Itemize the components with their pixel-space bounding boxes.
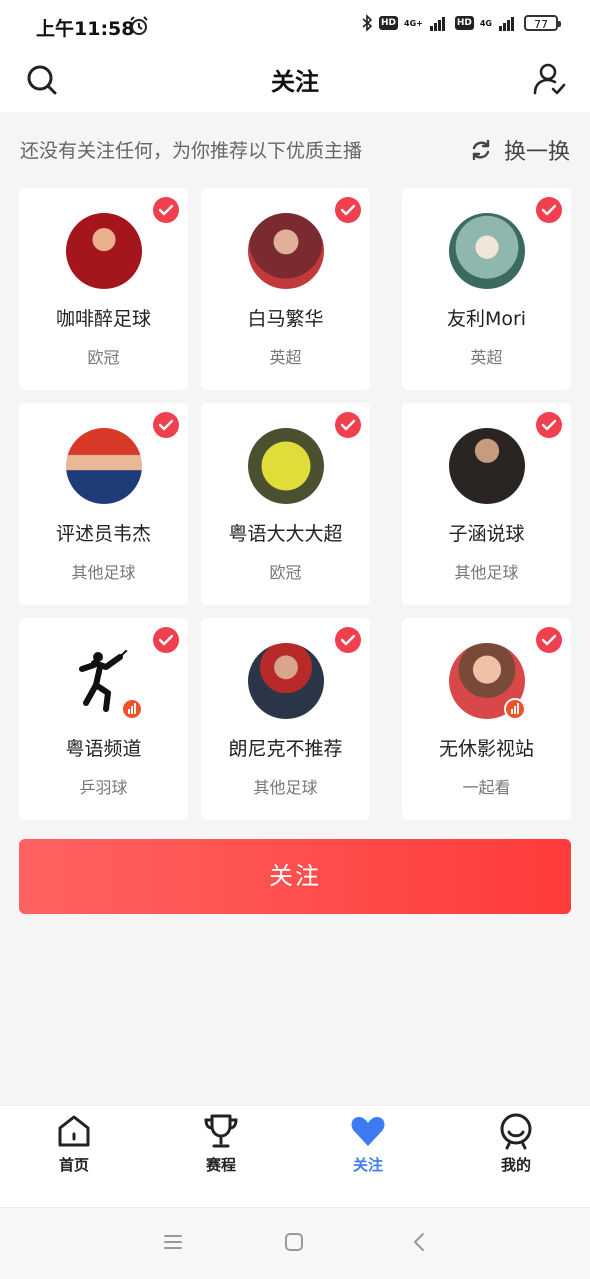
checkmark-icon[interactable] xyxy=(153,627,179,653)
bottom-tab-bar: 首页 赛程 关注 我的 xyxy=(0,1105,590,1208)
checkmark-icon[interactable] xyxy=(153,412,179,438)
live-indicator-icon xyxy=(504,698,526,720)
hd-badge: HD xyxy=(378,16,398,30)
tab-label: 首页 xyxy=(58,1156,89,1174)
recommend-bar: 还没有关注任何，为你推荐以下优质主播 换一换 xyxy=(0,112,590,186)
checkmark-icon[interactable] xyxy=(536,412,562,438)
anchor-name: 友利Mori xyxy=(446,308,527,330)
status-bar: 上午11:58 HD 4G+ HD 4G 77 xyxy=(0,0,590,54)
anchor-category: 其他足球 xyxy=(71,563,136,582)
battery-indicator: 77 xyxy=(524,15,561,31)
header: 关注 xyxy=(0,54,590,112)
anchor-category: 一起看 xyxy=(462,778,511,797)
anchor-name: 评述员韦杰 xyxy=(55,523,151,545)
network-label-1: 4G+ xyxy=(404,18,423,28)
refresh-button[interactable]: 换一换 xyxy=(470,134,570,166)
avatar xyxy=(66,428,142,504)
status-indicators: HD 4G+ HD 4G 77 xyxy=(361,14,561,32)
anchor-card[interactable]: 粤语大大大超 欧冠 xyxy=(201,403,370,605)
user-check-icon[interactable] xyxy=(532,62,566,96)
signal-icon xyxy=(429,17,445,31)
signal-icon-2 xyxy=(499,17,514,31)
checkmark-icon[interactable] xyxy=(153,197,179,223)
anchor-category: 欧冠 xyxy=(269,563,302,582)
follow-button[interactable]: 关注 xyxy=(19,839,571,914)
anchor-card[interactable]: 友利Mori 英超 xyxy=(402,188,571,390)
anchor-name: 粤语频道 xyxy=(65,738,142,760)
home-square-icon[interactable] xyxy=(284,1232,304,1252)
status-time: 上午11:58 xyxy=(36,18,135,40)
profile-icon xyxy=(500,1113,532,1150)
page-title: 关注 xyxy=(271,68,319,96)
tab-label: 我的 xyxy=(500,1156,531,1174)
bluetooth-icon xyxy=(362,14,373,32)
anchor-name: 咖啡醉足球 xyxy=(55,308,151,330)
anchor-card[interactable]: 无休影视站 一起看 xyxy=(402,618,571,820)
back-icon[interactable] xyxy=(410,1232,430,1252)
network-label-2: 4G xyxy=(479,18,492,28)
anchor-card[interactable]: 粤语频道 乒羽球 xyxy=(19,618,188,820)
refresh-label: 换一换 xyxy=(503,140,570,165)
anchor-category: 欧冠 xyxy=(87,348,120,367)
anchor-card[interactable]: 评述员韦杰 其他足球 xyxy=(19,403,188,605)
heart-icon xyxy=(351,1117,385,1146)
checkmark-icon[interactable] xyxy=(536,197,562,223)
anchor-name: 白马繁华 xyxy=(247,308,324,330)
alarm-icon xyxy=(130,16,148,35)
avatar xyxy=(66,213,142,289)
anchor-card[interactable]: 咖啡醉足球 欧冠 xyxy=(19,188,188,390)
tab-label: 赛程 xyxy=(205,1156,236,1174)
anchor-card[interactable]: 朗尼克不推荐 其他足球 xyxy=(201,618,370,820)
anchor-category: 其他足球 xyxy=(253,778,318,797)
tab-home[interactable]: 首页 xyxy=(34,1112,114,1175)
hd-badge-2: HD xyxy=(454,16,474,30)
anchor-category: 乒羽球 xyxy=(79,778,128,797)
checkmark-icon[interactable] xyxy=(536,627,562,653)
system-nav-bar xyxy=(0,1207,590,1279)
anchor-category: 其他足球 xyxy=(454,563,519,582)
avatar xyxy=(248,213,324,289)
avatar xyxy=(449,428,525,504)
anchor-card[interactable]: 子涵说球 其他足球 xyxy=(402,403,571,605)
avatar xyxy=(449,213,525,289)
tab-profile[interactable]: 我的 xyxy=(476,1112,556,1175)
trophy-icon xyxy=(204,1114,238,1148)
tab-following[interactable]: 关注 xyxy=(328,1112,408,1175)
home-icon xyxy=(58,1115,90,1147)
anchor-category: 英超 xyxy=(269,348,302,367)
avatar xyxy=(248,643,324,719)
anchor-name: 无休影视站 xyxy=(438,738,534,760)
anchor-name: 子涵说球 xyxy=(448,523,525,545)
live-indicator-icon xyxy=(121,698,143,720)
anchor-card[interactable]: 白马繁华 英超 xyxy=(201,188,370,390)
tab-schedule[interactable]: 赛程 xyxy=(181,1112,261,1175)
checkmark-icon[interactable] xyxy=(335,197,361,223)
tab-label: 关注 xyxy=(352,1156,383,1174)
anchor-category: 英超 xyxy=(470,348,503,367)
anchor-name: 粤语大大大超 xyxy=(228,523,343,545)
menu-icon[interactable] xyxy=(163,1232,183,1252)
avatar xyxy=(248,428,324,504)
checkmark-icon[interactable] xyxy=(335,627,361,653)
recommend-hint: 还没有关注任何，为你推荐以下优质主播 xyxy=(20,140,363,162)
checkmark-icon[interactable] xyxy=(335,412,361,438)
refresh-icon xyxy=(472,139,490,161)
anchor-name: 朗尼克不推荐 xyxy=(228,738,343,760)
